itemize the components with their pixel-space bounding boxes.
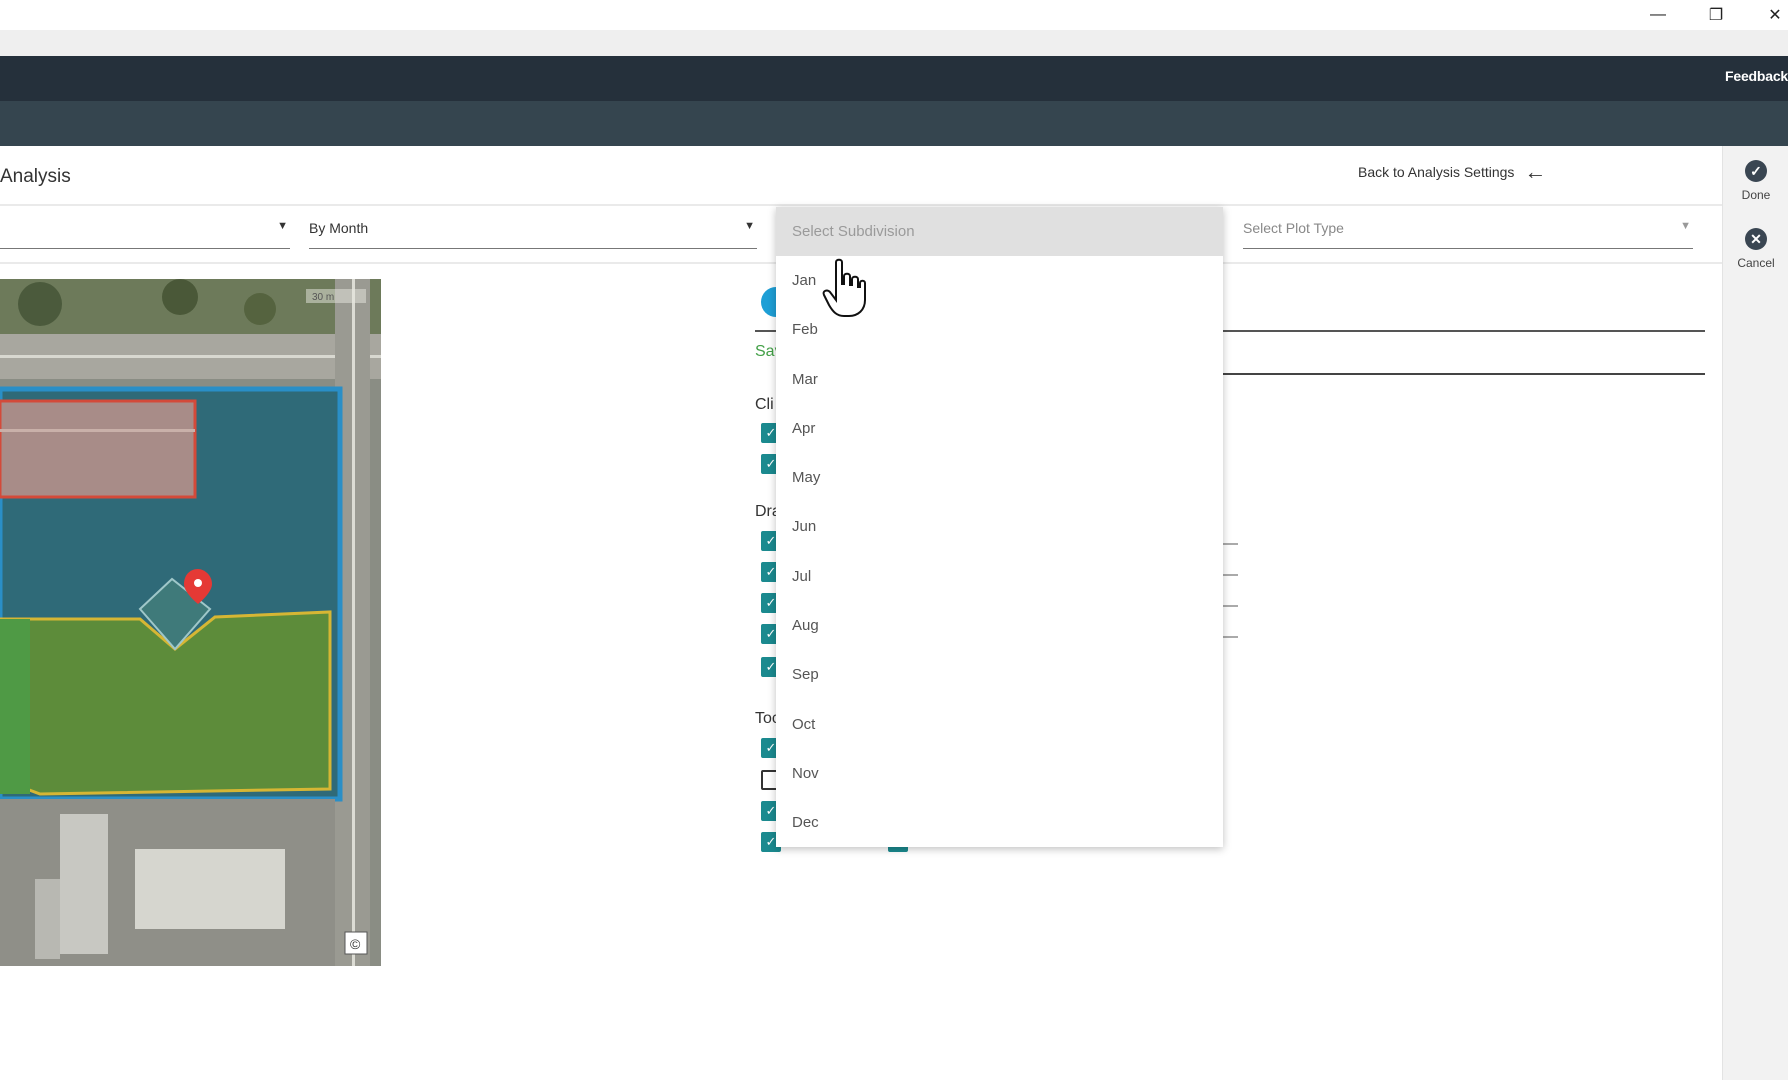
hand-cursor-icon bbox=[822, 258, 866, 317]
option-oct[interactable]: Oct bbox=[776, 700, 1223, 749]
app-header bbox=[0, 56, 1788, 101]
map-scale-label: 30 m bbox=[312, 292, 334, 303]
done-label: Done bbox=[1741, 188, 1771, 202]
period-value: By Month bbox=[309, 220, 369, 236]
subdivision-placeholder[interactable]: Select Subdivision bbox=[776, 207, 1223, 256]
page-title: Analysis bbox=[0, 166, 71, 187]
option-aug[interactable]: Aug bbox=[776, 601, 1223, 650]
plot-type-select[interactable]: Select Plot Type ▼ bbox=[1243, 212, 1693, 249]
plot-type-placeholder: Select Plot Type bbox=[1243, 220, 1344, 236]
divider bbox=[0, 204, 1722, 206]
option-jun[interactable]: Jun bbox=[776, 502, 1223, 551]
cancel-label: Cancel bbox=[1737, 256, 1775, 270]
minimize-window-button[interactable]: — bbox=[1638, 0, 1678, 30]
restore-window-button[interactable]: ❐ bbox=[1696, 0, 1736, 30]
arrow-left-icon: ← bbox=[1524, 159, 1547, 184]
feedback-link[interactable]: Feedback bbox=[1725, 68, 1788, 84]
x-circle-icon: ✕ bbox=[1745, 228, 1767, 250]
caret-down-icon: ▼ bbox=[1680, 220, 1691, 232]
close-icon: ✕ bbox=[1768, 7, 1782, 24]
period-select[interactable]: By Month ▼ bbox=[309, 212, 757, 249]
option-apr[interactable]: Apr bbox=[776, 404, 1223, 453]
map-preview[interactable]: 30 m © bbox=[0, 279, 381, 966]
app-subheader bbox=[0, 101, 1788, 146]
back-to-analysis-settings-link[interactable]: Back to Analysis Settings ← bbox=[1358, 159, 1547, 184]
option-mar[interactable]: Mar bbox=[776, 355, 1223, 404]
minimize-icon: — bbox=[1650, 6, 1666, 23]
satellite-image: 30 m © bbox=[0, 279, 381, 966]
check-circle-icon: ✓ bbox=[1745, 160, 1767, 182]
cancel-button[interactable]: ✕ Cancel bbox=[1723, 228, 1788, 270]
done-button[interactable]: ✓ Done bbox=[1723, 160, 1788, 202]
option-dec[interactable]: Dec bbox=[776, 798, 1223, 847]
back-link-label: Back to Analysis Settings bbox=[1358, 164, 1515, 180]
browser-strip bbox=[0, 30, 1788, 56]
option-jul[interactable]: Jul bbox=[776, 552, 1223, 601]
first-filter-select[interactable]: ▼ bbox=[0, 212, 290, 249]
copyright-icon: © bbox=[350, 936, 361, 952]
window-titlebar bbox=[0, 0, 1788, 30]
option-nov[interactable]: Nov bbox=[776, 749, 1223, 798]
option-may[interactable]: May bbox=[776, 453, 1223, 502]
option-sep[interactable]: Sep bbox=[776, 650, 1223, 699]
divider bbox=[1215, 373, 1705, 375]
section-climate-label: Cli bbox=[755, 396, 774, 413]
caret-down-icon: ▼ bbox=[744, 220, 755, 232]
close-window-button[interactable]: ✕ bbox=[1755, 0, 1788, 30]
restore-icon: ❐ bbox=[1708, 7, 1724, 24]
caret-down-icon: ▼ bbox=[277, 220, 288, 232]
